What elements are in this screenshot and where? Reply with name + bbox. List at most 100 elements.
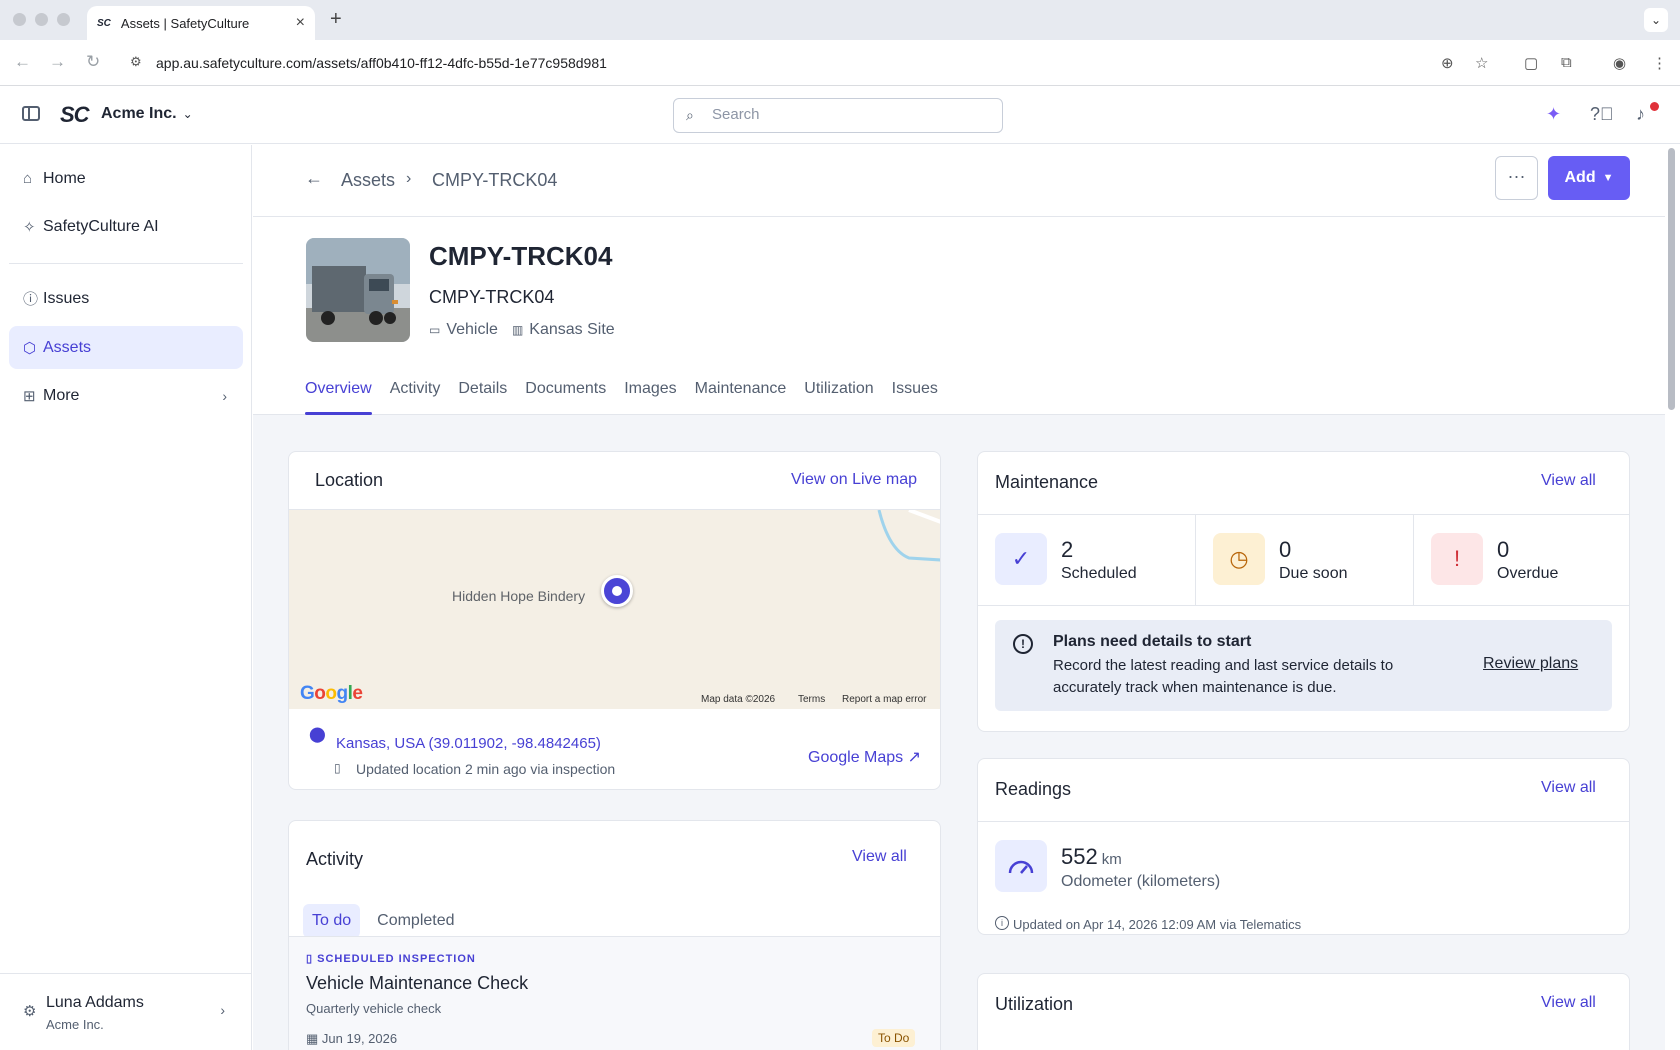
grid-icon: ⊞ bbox=[23, 387, 36, 405]
map-pin-icon[interactable] bbox=[601, 575, 633, 607]
forward-nav-icon[interactable]: → bbox=[49, 52, 66, 72]
help-icon[interactable]: ?⃝ bbox=[1590, 104, 1614, 125]
back-arrow-icon[interactable]: ← bbox=[305, 168, 323, 189]
user-name: Luna Addams bbox=[46, 994, 144, 1011]
activity-date-text: Jun 19, 2026 bbox=[321, 1031, 398, 1046]
tab-overview[interactable]: Overview bbox=[305, 373, 372, 415]
favicon-icon: SC bbox=[97, 17, 111, 29]
reading-unit: km bbox=[1101, 851, 1122, 868]
chevron-right-icon: › bbox=[406, 170, 412, 187]
location-map[interactable]: Hidden Hope Bindery Google Map data ©202… bbox=[289, 510, 940, 709]
alert-circle-icon: ! bbox=[1431, 533, 1483, 585]
asset-site[interactable]: Kansas Site bbox=[529, 321, 614, 339]
location-address-link[interactable]: Kansas, USA (39.011902, -98.4842465) bbox=[336, 735, 601, 752]
url-text: app.au.safetyculture.com/assets/aff0b410… bbox=[156, 55, 607, 71]
tab-search-chevron-icon[interactable]: ⌄ bbox=[1644, 8, 1668, 32]
cast-icon[interactable]: ▢ bbox=[1524, 54, 1538, 72]
sidebar-toggle-icon[interactable] bbox=[22, 106, 40, 121]
tab-utilization[interactable]: Utilization bbox=[804, 373, 873, 415]
activity-view-all-link[interactable]: View all bbox=[852, 848, 907, 866]
tab-activity[interactable]: Activity bbox=[390, 373, 441, 415]
sidebar-item-issues[interactable]: ⓘ Issues bbox=[9, 277, 243, 320]
google-maps-link[interactable]: Google Maps ↗ bbox=[808, 747, 921, 767]
map-report-link[interactable]: Report a map error bbox=[842, 694, 926, 705]
calendar-icon: ▦ bbox=[306, 1031, 319, 1046]
sidebar-item-home[interactable]: ⌂ Home bbox=[9, 157, 243, 200]
readings-title: Readings bbox=[995, 779, 1072, 799]
maintenance-view-all-link[interactable]: View all bbox=[1541, 472, 1596, 490]
notifications-bell-icon[interactable]: ♪ bbox=[1636, 104, 1645, 125]
more-actions-button[interactable]: ··· bbox=[1495, 156, 1538, 200]
new-tab-icon[interactable]: + bbox=[330, 8, 342, 31]
divider bbox=[978, 821, 1629, 822]
stat-overdue[interactable]: ! 0 Overdue bbox=[1414, 515, 1629, 597]
window-close-control[interactable] bbox=[13, 13, 26, 26]
add-button[interactable]: Add ▼ bbox=[1548, 156, 1630, 200]
browser-tab[interactable]: SC Assets | SafetyCulture × bbox=[87, 6, 315, 40]
tab-to-do[interactable]: To do bbox=[303, 904, 361, 938]
window-zoom-control[interactable] bbox=[57, 13, 70, 26]
activity-description: Quarterly vehicle check bbox=[306, 1001, 442, 1016]
browser-menu-icon[interactable]: ⋮ bbox=[1652, 54, 1667, 72]
tab-documents[interactable]: Documents bbox=[525, 373, 606, 415]
user-menu[interactable]: ⚙ Luna Addams Acme Inc. › bbox=[0, 973, 251, 1050]
notification-badge bbox=[1650, 102, 1659, 111]
readings-view-all-link[interactable]: View all bbox=[1541, 779, 1596, 797]
search-box[interactable]: ⌕ bbox=[673, 98, 1003, 133]
asset-photo[interactable] bbox=[306, 238, 410, 342]
review-plans-link[interactable]: Review plans bbox=[1483, 655, 1578, 673]
breadcrumb: ← Assets › CMPY-TRCK04 ··· Add ▼ bbox=[253, 145, 1665, 217]
stat-due-soon[interactable]: ◷ 0 Due soon bbox=[1196, 515, 1414, 597]
sidebar-item-safetyculture-ai[interactable]: ✧ SafetyCulture AI bbox=[9, 205, 243, 248]
location-card: Location View on Live map Hidden Hope Bi… bbox=[288, 451, 941, 790]
bookmark-star-icon[interactable]: ☆ bbox=[1475, 54, 1488, 72]
close-tab-icon[interactable]: × bbox=[296, 14, 305, 32]
tab-issues[interactable]: Issues bbox=[892, 373, 938, 415]
window-minimize-control[interactable] bbox=[35, 13, 48, 26]
chevron-right-icon: › bbox=[222, 387, 227, 404]
reading-value: 552 km bbox=[1061, 844, 1122, 870]
zoom-icon[interactable]: ⊕ bbox=[1441, 54, 1454, 72]
asset-header: ← Assets › CMPY-TRCK04 ··· Add ▼ CMPY-TR… bbox=[253, 145, 1665, 415]
map-terms-link[interactable]: Terms bbox=[798, 694, 825, 705]
breadcrumb-assets-link[interactable]: Assets bbox=[341, 170, 395, 191]
profile-icon[interactable]: ◉ bbox=[1613, 54, 1626, 72]
notice-body: Record the latest reading and last servi… bbox=[1053, 657, 1394, 696]
ai-sparkle-icon[interactable]: ✦ bbox=[1546, 104, 1561, 125]
sidebar: ⌂ Home ✧ SafetyCulture AI ⓘ Issues ⬡ Ass… bbox=[0, 145, 252, 1050]
page-scrollbar[interactable] bbox=[1668, 148, 1675, 410]
org-name: Acme Inc. bbox=[101, 105, 177, 122]
chevron-down-icon: ⌄ bbox=[182, 107, 193, 121]
org-switcher[interactable]: Acme Inc. ⌄ bbox=[101, 105, 193, 123]
app-header: SC Acme Inc. ⌄ ⌕ ✦ ?⃝ ♪ bbox=[0, 86, 1680, 144]
tab-details[interactable]: Details bbox=[458, 373, 507, 415]
tab-completed[interactable]: Completed bbox=[368, 904, 463, 938]
view-live-map-link[interactable]: View on Live map bbox=[791, 471, 917, 489]
asset-type: Vehicle bbox=[446, 321, 498, 338]
site-info-icon[interactable]: ⚙ bbox=[130, 54, 142, 70]
sidebar-divider bbox=[9, 263, 243, 264]
divider bbox=[978, 605, 1629, 606]
sidebar-item-more[interactable]: ⊞ More › bbox=[9, 374, 243, 417]
activity-tabs: To do Completed bbox=[303, 904, 472, 938]
notice-title: Plans need details to start bbox=[1053, 633, 1252, 650]
search-input[interactable] bbox=[712, 106, 982, 123]
back-nav-icon[interactable]: ← bbox=[14, 52, 31, 72]
extensions-icon[interactable]: ⧉ bbox=[1561, 54, 1572, 71]
sidebar-item-assets[interactable]: ⬡ Assets bbox=[9, 326, 243, 369]
location-pin-icon: ⬤ bbox=[309, 726, 326, 743]
utilization-title: Utilization bbox=[995, 994, 1074, 1014]
reload-icon[interactable]: ↻ bbox=[86, 52, 100, 72]
activity-title: Activity bbox=[306, 849, 364, 869]
readings-card: Readings View all 552 km Odometer (kilome… bbox=[977, 758, 1630, 935]
search-icon: ⌕ bbox=[686, 107, 694, 123]
tab-images[interactable]: Images bbox=[624, 373, 676, 415]
stat-number: 0 bbox=[1497, 537, 1510, 562]
tab-maintenance[interactable]: Maintenance bbox=[695, 373, 787, 415]
stat-scheduled[interactable]: ✓ 2 Scheduled bbox=[978, 515, 1196, 597]
check-circle-icon: ✓ bbox=[995, 533, 1047, 585]
browser-tabbar: SC Assets | SafetyCulture × + ⌄ bbox=[0, 0, 1680, 40]
google-logo: Google bbox=[300, 683, 363, 704]
utilization-view-all-link[interactable]: View all bbox=[1541, 994, 1596, 1012]
url-field[interactable]: ⚙ app.au.safetyculture.com/assets/aff0b4… bbox=[120, 46, 1470, 80]
